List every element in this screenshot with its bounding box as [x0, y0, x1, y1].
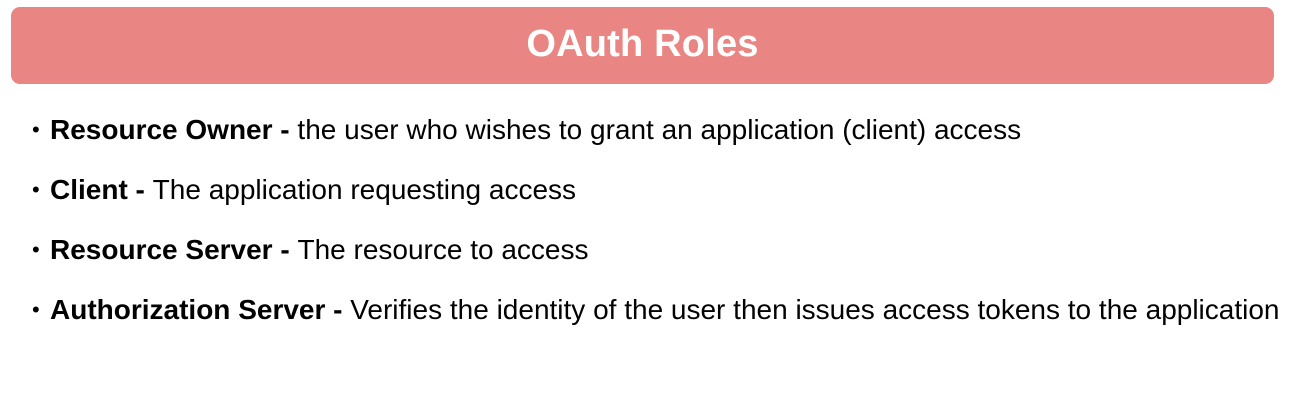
- bullet-icon: •: [32, 297, 40, 322]
- list-item-authorization-server: • Authorization Server - Verifies the id…: [32, 283, 1282, 337]
- role-description: Verifies the identity of the user then i…: [350, 294, 1280, 325]
- role-description: The application requesting access: [152, 174, 577, 205]
- role-description: The resource to access: [297, 234, 589, 265]
- role-name: Client: [50, 174, 128, 205]
- list-item-resource-owner: • Resource Owner - the user who wishes t…: [32, 103, 1282, 157]
- list-item-resource-server: • Resource Server - The resource to acce…: [32, 223, 1282, 277]
- role-separator: -: [325, 294, 351, 325]
- role-separator: -: [272, 234, 298, 265]
- role-separator: -: [272, 114, 298, 145]
- role-description: the user who wishes to grant an applicat…: [297, 114, 1022, 145]
- page-title: OAuth Roles: [526, 23, 759, 65]
- role-name: Authorization Server: [50, 294, 326, 325]
- bullet-icon: •: [32, 177, 40, 202]
- role-name: Resource Owner: [50, 114, 273, 145]
- list-item-client: • Client - The application requesting ac…: [32, 163, 1282, 217]
- roles-list: • Resource Owner - the user who wishes t…: [32, 103, 1282, 343]
- role-separator: -: [127, 174, 153, 205]
- role-name: Resource Server: [50, 234, 273, 265]
- bullet-icon: •: [32, 237, 40, 262]
- bullet-icon: •: [32, 117, 40, 142]
- title-banner: OAuth Roles: [11, 7, 1274, 84]
